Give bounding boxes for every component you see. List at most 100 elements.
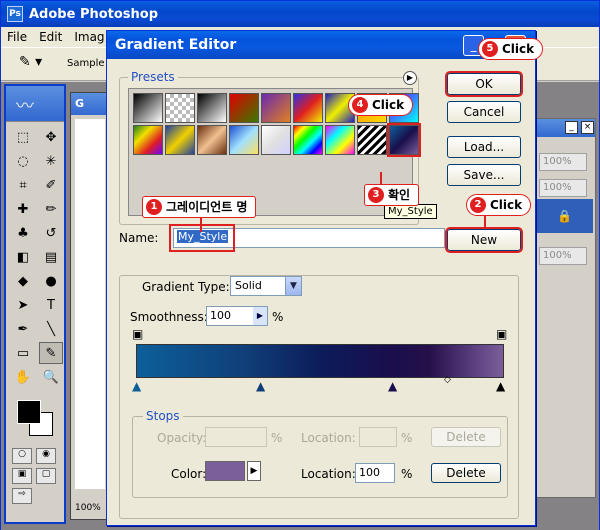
- preset-fg-to-transparent[interactable]: [165, 93, 195, 123]
- name-label: Name:: [119, 231, 159, 245]
- mask-mode-icons: ○ ◉: [6, 446, 64, 466]
- smoothness-unit: %: [272, 310, 284, 324]
- stop-color-swatch[interactable]: [205, 461, 245, 481]
- crop-tool-icon[interactable]: ⌗: [11, 174, 35, 196]
- standard-mode-icon[interactable]: ○: [12, 448, 32, 464]
- selected-layer-row[interactable]: 🔒: [533, 199, 593, 233]
- opacity-stop-right[interactable]: ▣: [496, 328, 507, 340]
- pen-tool-icon[interactable]: ✒: [11, 318, 35, 340]
- gradient-type-value: Solid: [235, 279, 262, 292]
- history-brush-tool-icon[interactable]: ↺: [39, 222, 63, 244]
- gradient-type-label: Gradient Type:: [142, 280, 230, 294]
- dodge-tool-icon[interactable]: ●: [39, 270, 63, 292]
- move-tool-icon[interactable]: ✥: [39, 126, 63, 148]
- gradient-editor-dialog: Gradient Editor _ ✕ Presets: [106, 30, 536, 526]
- presets-menu-icon[interactable]: ▶: [403, 71, 417, 85]
- opacity-location-label: Location:: [301, 431, 356, 445]
- palette-close-icon[interactable]: ×: [581, 121, 594, 134]
- eyedropper-tool-preset-icon[interactable]: ✎ ▾: [19, 54, 55, 76]
- gradient-tool-icon[interactable]: ▤: [39, 246, 63, 268]
- preset-spectrum-1[interactable]: [133, 125, 163, 155]
- zoom-tool-icon[interactable]: 🔍: [39, 366, 63, 388]
- menu-edit[interactable]: Edit: [33, 30, 68, 44]
- quick-mask-mode-icon[interactable]: ◉: [36, 448, 56, 464]
- eyedropper-tool-icon[interactable]: ✎: [39, 342, 63, 364]
- brush-tool-icon[interactable]: ✏: [39, 198, 63, 220]
- opacity-stop-left[interactable]: ▣: [132, 328, 143, 340]
- hand-tool-icon[interactable]: ✋: [11, 366, 35, 388]
- gradient-preview-bar[interactable]: [136, 344, 504, 378]
- midpoint-diamond-icon[interactable]: ◇: [444, 374, 451, 386]
- opacity-field: [205, 427, 267, 447]
- clone-stamp-tool-icon[interactable]: ♣: [11, 222, 35, 244]
- slice-tool-icon[interactable]: ✐: [39, 174, 63, 196]
- chevron-down-icon[interactable]: ▼: [285, 277, 301, 295]
- type-tool-icon[interactable]: T: [39, 294, 63, 316]
- smoothness-field[interactable]: 100 ▶: [206, 306, 268, 326]
- opacity-label: Opacity:: [157, 431, 207, 445]
- new-button[interactable]: New: [445, 227, 523, 253]
- color-menu-arrow-icon[interactable]: ▶: [247, 461, 261, 481]
- jump-icons: ⇨: [6, 486, 64, 506]
- palette-fill-field: 100%: [539, 179, 587, 197]
- full-screen-menu-mode-icon[interactable]: ▢: [36, 468, 56, 484]
- photoshop-title: Adobe Photoshop: [29, 6, 159, 22]
- delete-color-stop-button[interactable]: Delete: [431, 463, 501, 483]
- lasso-tool-icon[interactable]: ◌: [11, 150, 35, 172]
- screen-mode-icons: ▣ ▢: [6, 466, 64, 486]
- palette-minimize-icon[interactable]: _: [565, 121, 578, 134]
- preset-violet-orange[interactable]: [261, 93, 291, 123]
- stops-label: Stops: [143, 409, 183, 423]
- preset-rainbow[interactable]: [325, 125, 355, 155]
- color-stop-3[interactable]: ▲: [388, 380, 397, 392]
- document-title[interactable]: G: [71, 93, 107, 115]
- blur-tool-icon[interactable]: ◆: [11, 270, 35, 292]
- document-canvas[interactable]: [75, 119, 105, 489]
- path-selection-tool-icon[interactable]: ➤: [11, 294, 35, 316]
- preset-my-style[interactable]: [387, 123, 421, 157]
- menu-file[interactable]: File: [1, 30, 33, 44]
- palette-field-3: 100%: [539, 247, 587, 265]
- line-tool-icon[interactable]: ╲: [39, 318, 63, 340]
- ok-button[interactable]: OK: [445, 71, 523, 97]
- preset-blue-red-yellow[interactable]: [293, 93, 323, 123]
- preset-fg-to-bg[interactable]: [133, 93, 163, 123]
- notes-tool-icon[interactable]: ▭: [11, 342, 35, 364]
- load-button[interactable]: Load...: [447, 136, 521, 158]
- opacity-location-field: [359, 427, 397, 447]
- gradient-group: Gradient Type: Solid ▼ Smoothness: 100 ▶…: [119, 275, 519, 519]
- preset-spectrum-2[interactable]: [293, 125, 323, 155]
- color-stop-4-selected[interactable]: ▲: [496, 380, 505, 392]
- gradient-type-select[interactable]: Solid ▼: [230, 276, 302, 296]
- palette-titlebar: _ ×: [531, 119, 595, 137]
- magic-wand-tool-icon[interactable]: ✳: [39, 150, 63, 172]
- opacity-unit: %: [271, 431, 283, 445]
- preset-chrome[interactable]: [229, 125, 259, 155]
- eraser-tool-icon[interactable]: ◧: [11, 246, 35, 268]
- smoothness-value: 100: [210, 309, 231, 322]
- color-stop-1[interactable]: ▲: [132, 380, 141, 392]
- preset-stripes[interactable]: [357, 125, 387, 155]
- preset-silver[interactable]: [261, 125, 291, 155]
- annotation-1: 1 그레이디언트 명: [142, 196, 257, 218]
- feather-logo-icon: 〰: [16, 96, 34, 117]
- document-zoom: 100%: [75, 503, 101, 513]
- standard-screen-mode-icon[interactable]: ▣: [12, 468, 32, 484]
- menu-image[interactable]: Imag: [68, 30, 110, 44]
- cancel-button[interactable]: Cancel: [447, 101, 521, 123]
- marquee-tool-icon[interactable]: ⬚: [11, 126, 35, 148]
- jump-to-imageready-icon[interactable]: ⇨: [12, 488, 32, 504]
- healing-brush-tool-icon[interactable]: ✚: [11, 198, 35, 220]
- color-location-field[interactable]: 100: [355, 463, 395, 483]
- foreground-color-swatch[interactable]: [17, 400, 41, 424]
- annotation-2: 2 Click: [466, 194, 532, 216]
- preset-black-white[interactable]: [197, 93, 227, 123]
- opacity-location-unit: %: [401, 431, 413, 445]
- preset-blue-gold[interactable]: [165, 125, 195, 155]
- annotation-5: 5 Click: [478, 38, 544, 60]
- preset-copper[interactable]: [197, 125, 227, 155]
- preset-red-green[interactable]: [229, 93, 259, 123]
- smoothness-arrow-icon[interactable]: ▶: [253, 307, 267, 325]
- color-stop-2[interactable]: ▲: [256, 380, 265, 392]
- save-button[interactable]: Save...: [447, 164, 521, 186]
